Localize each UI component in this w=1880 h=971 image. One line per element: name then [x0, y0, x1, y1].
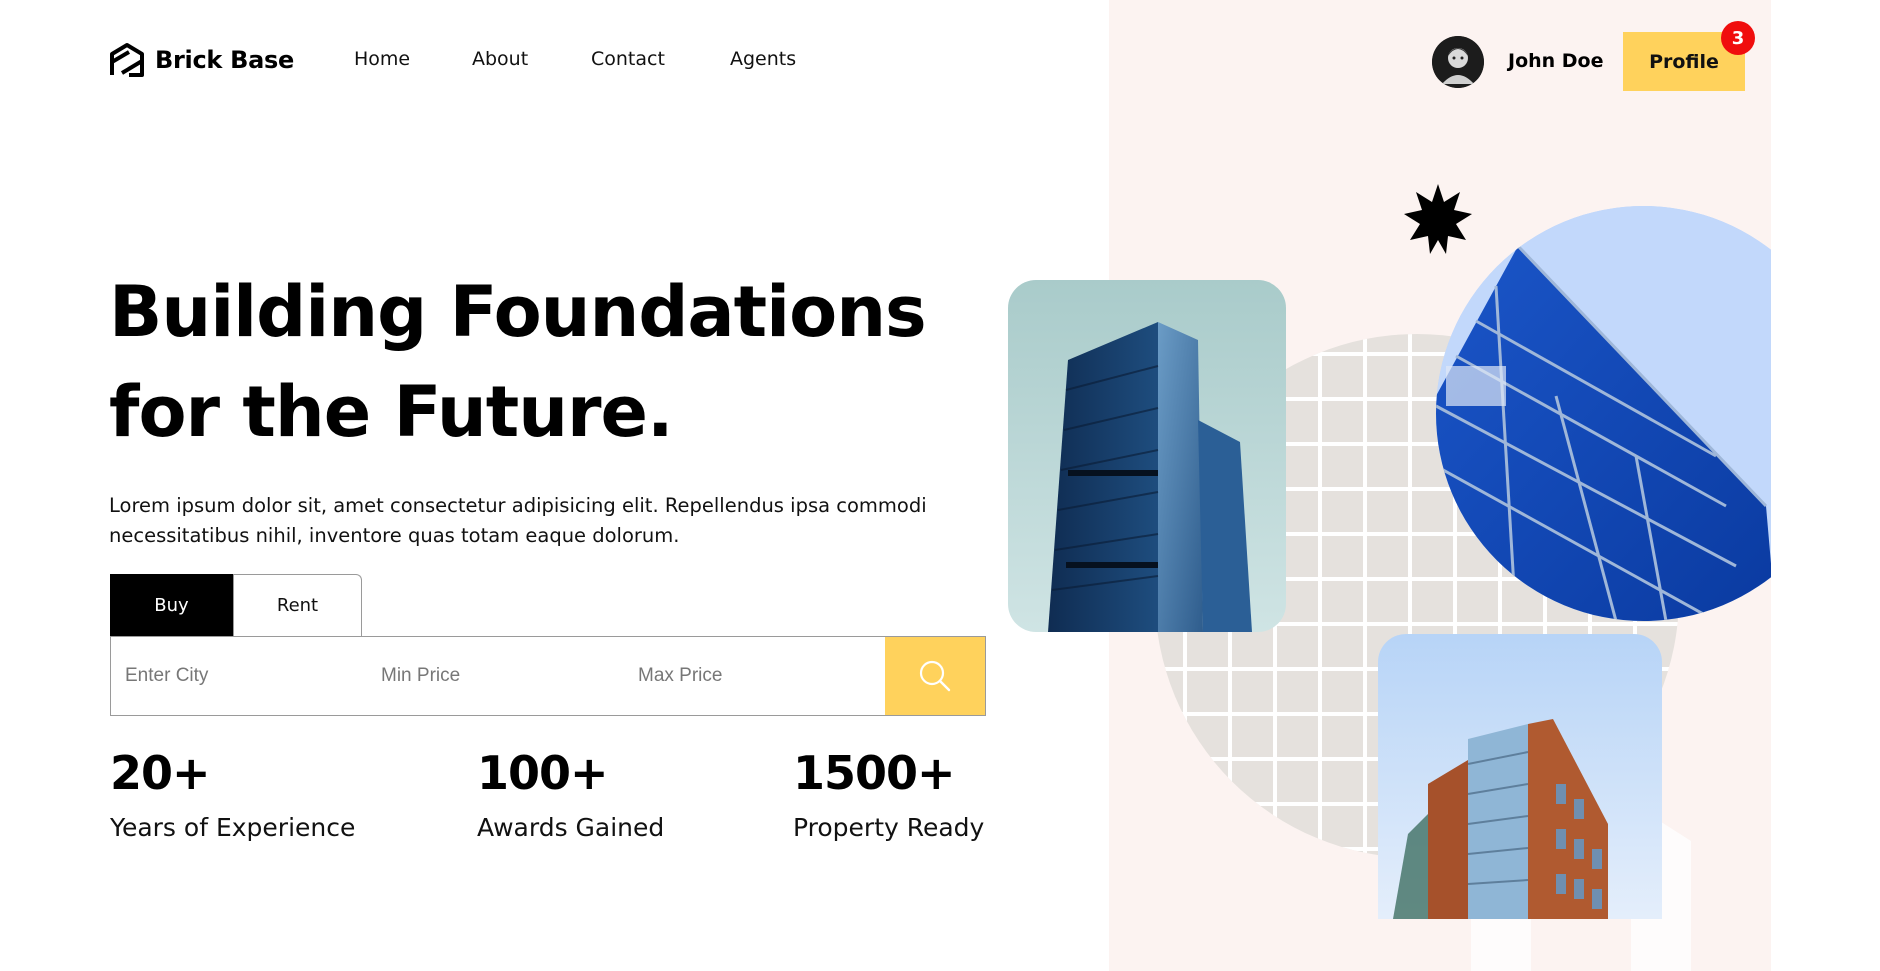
stat-label: Property Ready: [793, 813, 985, 842]
min-price-input[interactable]: [381, 637, 621, 715]
search-icon: [919, 660, 951, 692]
stat-properties: 1500+ Property Ready: [793, 745, 984, 842]
stat-label: Awards Gained: [477, 813, 665, 842]
nav-about-link[interactable]: About: [472, 48, 528, 70]
building-photo-tower: [1008, 280, 1286, 632]
brick-base-logo-icon: [110, 43, 144, 77]
stat-value: 100+: [477, 746, 609, 800]
user-name[interactable]: John Doe: [1508, 50, 1604, 72]
hero-title: Building Foundations for the Future.: [109, 271, 927, 453]
notification-badge: 3: [1721, 21, 1755, 55]
brand-name: Brick Base: [155, 46, 294, 74]
stat-label: Years of Experience: [110, 813, 356, 842]
building-photo-brick: [1378, 634, 1662, 919]
hero-description: Lorem ipsum dolor sit, amet consectetur …: [109, 494, 927, 547]
tower-building-image: [1048, 322, 1252, 632]
city-input[interactable]: [125, 637, 365, 715]
search-button[interactable]: [885, 637, 985, 715]
nav-agents-link[interactable]: Agents: [730, 48, 796, 70]
stat-awards: 100+ Awards Gained: [477, 745, 664, 842]
nav-home-link[interactable]: Home: [354, 48, 410, 70]
tab-buy[interactable]: Buy: [110, 574, 233, 636]
tab-rent[interactable]: Rent: [233, 574, 362, 636]
glass-building-image: [1436, 206, 1771, 621]
stat-value: 1500+: [793, 746, 956, 800]
stat-experience: 20+ Years of Experience: [110, 745, 355, 842]
avatar[interactable]: [1432, 36, 1484, 88]
property-search-bar: [110, 636, 986, 716]
search-tabs: Buy Rent: [110, 574, 362, 636]
brand-logo[interactable]: Brick Base: [109, 42, 294, 78]
nav-contact-link[interactable]: Contact: [591, 48, 665, 70]
brick-building-image: [1393, 719, 1608, 919]
user-avatar-icon: [1432, 36, 1484, 88]
max-price-input[interactable]: [638, 637, 878, 715]
user-menu[interactable]: John Doe: [1432, 36, 1604, 88]
glass-building-frame: [1436, 206, 1771, 621]
stat-value: 20+: [110, 746, 211, 800]
building-photo-glass-circle: [1436, 206, 1771, 621]
